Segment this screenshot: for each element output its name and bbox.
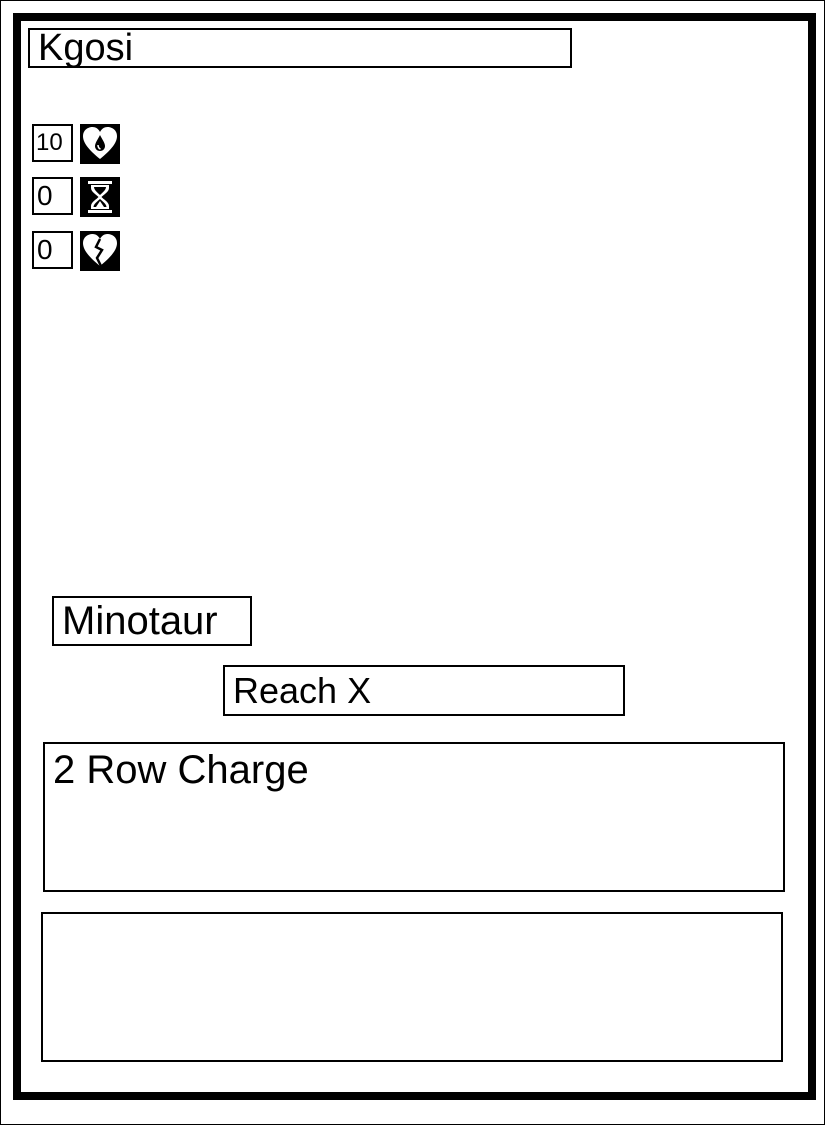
heart-drop-icon [80,124,120,164]
hourglass-icon [80,177,120,217]
card-ability-text[interactable]: 2 Row Charge [43,742,785,892]
card-flavor-text[interactable] [41,912,783,1062]
broken-heart-icon [80,231,120,271]
damage-value[interactable]: 0 [32,231,73,269]
time-value[interactable]: 0 [32,177,73,215]
card-name-field[interactable]: Kgosi [28,28,572,68]
health-value[interactable]: 10 [32,124,73,162]
card-keyword-field[interactable]: Reach X [223,665,625,716]
card-type-field[interactable]: Minotaur [52,596,252,646]
